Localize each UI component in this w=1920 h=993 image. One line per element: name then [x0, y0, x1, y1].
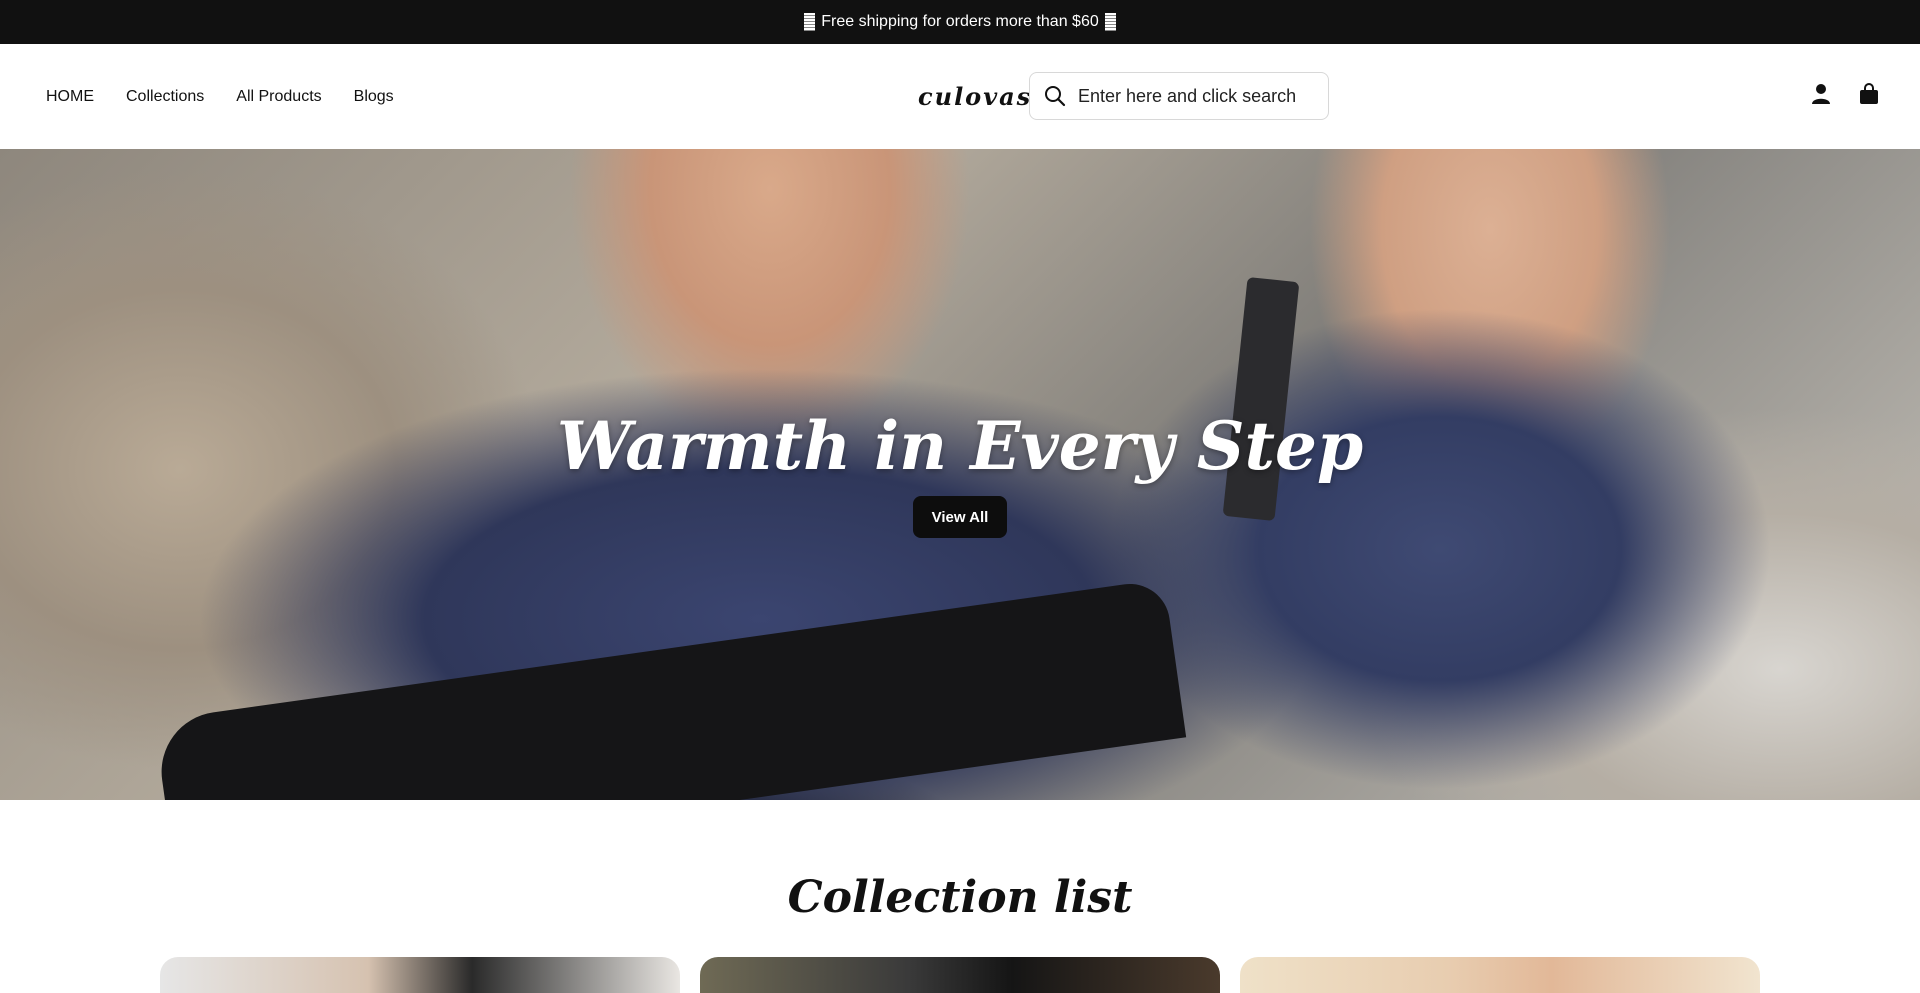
header-actions — [1810, 82, 1880, 106]
search-box[interactable] — [1029, 72, 1329, 120]
main-nav: HOME Collections All Products Blogs — [46, 44, 394, 149]
collection-cards — [160, 957, 1760, 993]
announcement-bar: Free shipping for orders more than $60 — [0, 0, 1920, 44]
site-header: HOME Collections All Products Blogs culo… — [0, 44, 1920, 149]
hero-banner: Warmth in Every Step View All — [0, 149, 1920, 800]
site-logo[interactable]: culovas — [918, 80, 1030, 114]
view-all-button[interactable]: View All — [913, 496, 1007, 538]
nav-collections[interactable]: Collections — [126, 88, 204, 106]
shopping-bag-icon[interactable] — [1858, 82, 1880, 106]
search-input[interactable] — [1078, 85, 1303, 107]
collection-card-2[interactable] — [700, 957, 1220, 993]
nav-all-products[interactable]: All Products — [236, 88, 321, 106]
flag-icon — [804, 13, 816, 31]
user-icon[interactable] — [1810, 82, 1832, 106]
search-icon[interactable] — [1044, 85, 1066, 107]
collection-card-3[interactable] — [1240, 957, 1760, 993]
nav-blogs[interactable]: Blogs — [354, 88, 394, 106]
collection-list-title: Collection list — [787, 872, 1133, 923]
hero-image-shoe-sole — [153, 578, 1187, 800]
collection-card-1[interactable] — [160, 957, 680, 993]
hero-title: Warmth in Every Step — [556, 407, 1364, 485]
nav-home[interactable]: HOME — [46, 88, 94, 106]
flag-icon — [1104, 13, 1116, 31]
announcement-text: Free shipping for orders more than $60 — [821, 13, 1099, 30]
